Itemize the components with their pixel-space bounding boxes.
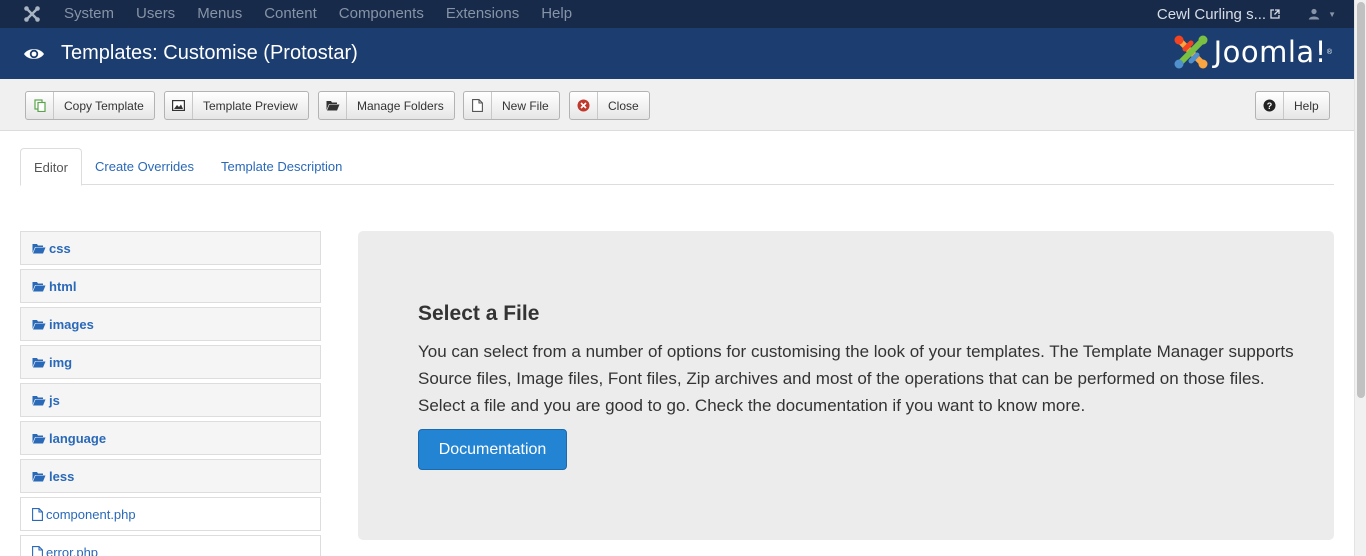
joomla-logo: Joomla! ® — [1172, 33, 1332, 71]
close-label: Close — [608, 98, 639, 113]
registered-mark: ® — [1326, 48, 1332, 56]
select-file-panel: Select a File You can select from a numb… — [358, 231, 1334, 540]
chevron-down-icon: ▼ — [1328, 9, 1336, 19]
menu-components[interactable]: Components — [339, 5, 424, 23]
tab-editor[interactable]: Editor — [20, 148, 82, 186]
tab-template-description[interactable]: Template Description — [221, 148, 342, 185]
folder-images[interactable]: images — [20, 307, 321, 341]
help-label: Help — [1294, 98, 1319, 113]
toolbar: Copy Template Template Preview Manage Fo… — [0, 79, 1354, 131]
top-navbar: System Users Menus Content Components Ex… — [0, 0, 1354, 28]
help-button[interactable]: ? Help — [1255, 91, 1330, 120]
folder-open-icon — [319, 92, 347, 119]
folder-css[interactable]: css — [20, 231, 321, 265]
manage-folders-button[interactable]: Manage Folders — [318, 91, 455, 120]
folder-open-icon — [32, 243, 46, 253]
file-error-php[interactable]: error.php — [20, 535, 321, 556]
folder-img[interactable]: img — [20, 345, 321, 379]
folder-label: images — [49, 316, 94, 332]
documentation-button[interactable]: Documentation — [418, 429, 567, 470]
copy-template-button[interactable]: Copy Template — [25, 91, 155, 120]
menu-extensions[interactable]: Extensions — [446, 5, 519, 23]
close-icon — [570, 92, 598, 119]
folder-label: img — [49, 354, 73, 370]
template-preview-label: Template Preview — [203, 98, 298, 113]
file-component-php[interactable]: component.php — [20, 497, 321, 531]
folder-open-icon — [32, 471, 46, 481]
folder-label: css — [49, 240, 71, 256]
site-link[interactable]: Cewl Curling s... — [1157, 6, 1280, 23]
folder-less[interactable]: less — [20, 459, 321, 493]
page-header: Templates: Customise (Protostar) Joomla!… — [0, 28, 1354, 79]
page-scrollbar[interactable] — [1354, 0, 1366, 556]
page-title: Templates: Customise (Protostar) — [61, 42, 358, 64]
user-menu[interactable]: ▼ — [1308, 8, 1336, 20]
brand-wordmark: Joomla! — [1213, 35, 1327, 69]
folder-label: html — [49, 278, 77, 294]
menu-system[interactable]: System — [64, 5, 114, 23]
file-icon — [32, 507, 43, 521]
folder-open-icon — [32, 433, 46, 443]
joomla-brand-icon — [1174, 35, 1208, 69]
menu-users[interactable]: Users — [136, 5, 175, 23]
folder-label: language — [49, 430, 107, 446]
folder-open-icon — [32, 357, 46, 367]
folder-label: js — [49, 392, 60, 408]
file-icon — [464, 92, 492, 119]
external-link-icon — [1270, 9, 1280, 19]
template-preview-button[interactable]: Template Preview — [164, 91, 309, 120]
joomla-icon[interactable] — [0, 0, 64, 28]
menu-menus[interactable]: Menus — [197, 5, 242, 23]
menu-content[interactable]: Content — [264, 5, 317, 23]
file-icon — [32, 545, 43, 556]
eye-icon — [23, 47, 47, 61]
site-name: Cewl Curling s... — [1156, 5, 1267, 23]
user-icon — [1308, 8, 1320, 20]
scrollbar-thumb[interactable] — [1357, 2, 1365, 398]
main-menu: System Users Menus Content Components Ex… — [64, 0, 594, 28]
svg-text:?: ? — [1267, 101, 1273, 111]
copy-icon — [26, 92, 54, 119]
copy-template-label: Copy Template — [64, 98, 144, 113]
new-file-label: New File — [502, 98, 549, 113]
tab-create-overrides[interactable]: Create Overrides — [95, 148, 194, 185]
new-file-button[interactable]: New File — [463, 91, 560, 120]
folder-open-icon — [32, 319, 46, 329]
panel-heading: Select a File — [418, 302, 540, 325]
image-icon — [165, 92, 193, 119]
folder-label: less — [49, 468, 75, 484]
folder-open-icon — [32, 281, 46, 291]
menu-help[interactable]: Help — [541, 5, 572, 23]
panel-description: You can select from a number of options … — [418, 342, 1294, 415]
folder-language[interactable]: language — [20, 421, 321, 455]
folder-open-icon — [32, 395, 46, 405]
manage-folders-label: Manage Folders — [357, 98, 444, 113]
question-icon: ? — [1256, 92, 1284, 119]
tab-bar: Editor Create Overrides Template Descrip… — [20, 148, 1334, 186]
folder-js[interactable]: js — [20, 383, 321, 417]
close-button[interactable]: Close — [569, 91, 650, 120]
file-label: component.php — [46, 506, 136, 522]
file-label: error.php — [46, 544, 99, 556]
folder-html[interactable]: html — [20, 269, 321, 303]
